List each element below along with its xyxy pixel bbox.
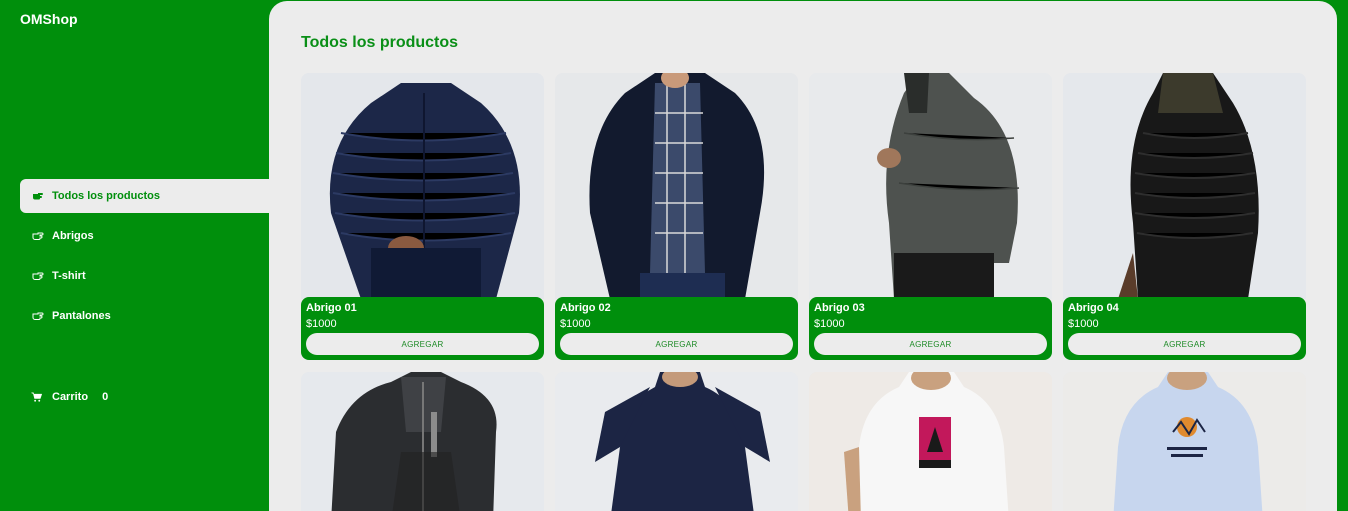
hand-pointing-icon (31, 189, 45, 203)
product-card: Abrigo 02 $1000 AGREGAR (555, 73, 798, 361)
product-info: Abrigo 03 $1000 AGREGAR (809, 297, 1052, 360)
sidebar-item-label: T-shirt (52, 270, 86, 282)
hand-pointing-outline-icon (31, 309, 45, 323)
cart-label: Carrito (52, 391, 89, 403)
product-name: Abrigo 02 (560, 302, 611, 314)
product-card: Abrigo 01 $1000 AGREGAR (301, 73, 544, 361)
sidebar-item-label: Todos los productos (52, 190, 160, 202)
hand-pointing-outline-icon (31, 269, 45, 283)
sidebar-item-abrigos[interactable]: Abrigos (20, 219, 269, 253)
product-info: Abrigo 04 $1000 AGREGAR (1063, 297, 1306, 360)
product-image[interactable] (555, 73, 798, 299)
product-name: Abrigo 01 (306, 302, 357, 314)
main-content: Todos los productos Abrigo 01 $1000 AGRE… (269, 1, 1337, 511)
product-price: $1000 (814, 318, 845, 330)
add-to-cart-button[interactable]: AGREGAR (306, 333, 539, 355)
sidebar-item-label: Abrigos (52, 230, 94, 242)
hand-pointing-outline-icon (31, 229, 45, 243)
cart-icon (31, 390, 45, 404)
category-nav: Todos los productos Abrigos T-shirt Pant… (20, 179, 269, 339)
cart-link[interactable]: Carrito 0 (31, 390, 108, 404)
product-price: $1000 (306, 318, 337, 330)
sidebar: OMShop Todos los productos Abrigos T-shi… (0, 0, 269, 511)
product-image[interactable] (809, 372, 1052, 511)
add-to-cart-button[interactable]: AGREGAR (1068, 333, 1301, 355)
product-image[interactable] (301, 372, 544, 511)
product-image[interactable] (1063, 372, 1306, 511)
product-card: Abrigo 04 $1000 AGREGAR (1063, 73, 1306, 361)
product-grid: Abrigo 01 $1000 AGREGAR Abrigo 02 $1000 … (301, 73, 1306, 511)
sidebar-item-tshirt[interactable]: T-shirt (20, 259, 269, 293)
add-to-cart-button[interactable]: AGREGAR (560, 333, 793, 355)
product-card (301, 372, 544, 511)
product-card (555, 372, 798, 511)
product-image[interactable] (555, 372, 798, 511)
product-price: $1000 (560, 318, 591, 330)
product-name: Abrigo 04 (1068, 302, 1119, 314)
product-name: Abrigo 03 (814, 302, 865, 314)
sidebar-item-pantalones[interactable]: Pantalones (20, 299, 269, 333)
sidebar-item-todos[interactable]: Todos los productos (20, 179, 269, 213)
product-image[interactable] (1063, 73, 1306, 299)
product-image[interactable] (809, 73, 1052, 299)
product-card (1063, 372, 1306, 511)
cart-count: 0 (102, 391, 109, 403)
sidebar-item-label: Pantalones (52, 310, 111, 322)
product-card: Abrigo 03 $1000 AGREGAR (809, 73, 1052, 361)
product-card (809, 372, 1052, 511)
product-price: $1000 (1068, 318, 1099, 330)
product-info: Abrigo 01 $1000 AGREGAR (301, 297, 544, 360)
app-logo[interactable]: OMShop (20, 11, 78, 27)
product-image[interactable] (301, 73, 544, 299)
add-to-cart-button[interactable]: AGREGAR (814, 333, 1047, 355)
page-title: Todos los productos (301, 34, 459, 51)
product-info: Abrigo 02 $1000 AGREGAR (555, 297, 798, 360)
